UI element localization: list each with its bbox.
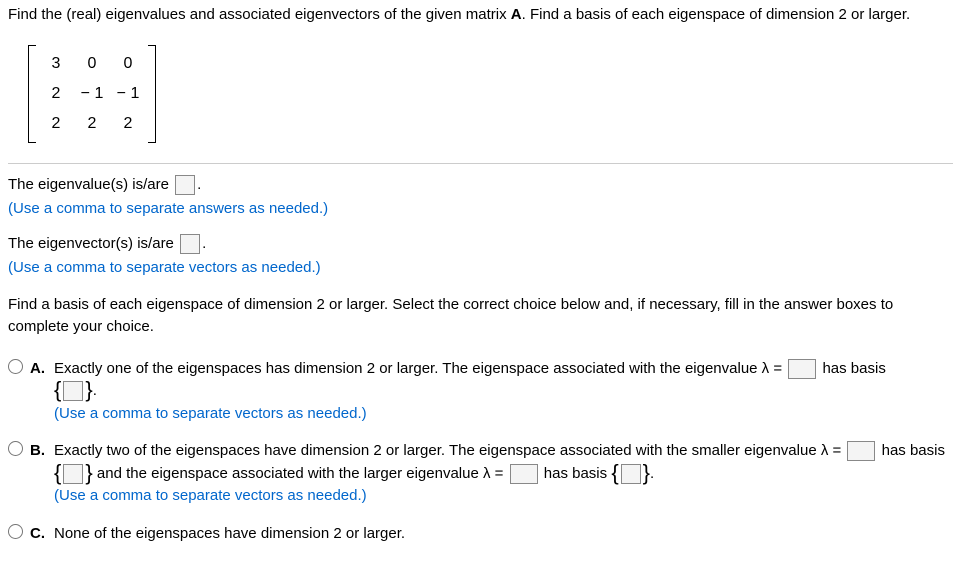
matrix-cell: 0 [74,49,110,79]
choice-A-text1: Exactly one of the eigenspaces has dimen… [54,360,786,377]
brace-left-icon: { [54,379,61,401]
matrix-body: 3 0 0 2 − 1 − 1 2 2 2 [36,45,148,143]
choice-B-hint: (Use a comma to separate vectors as need… [54,485,953,508]
choice-B-basis2-input[interactable] [621,464,641,484]
eigenvalues-input[interactable] [175,175,195,195]
matrix-cell: 2 [110,109,146,139]
eigenvalues-label-pre: The eigenvalue(s) is/are [8,176,173,193]
matrix-cell: 0 [110,49,146,79]
choice-C-body: None of the eigenspaces have dimension 2… [54,522,953,546]
choice-B-text3: and the eigenspace associated with the l… [97,465,508,482]
matrix-left-bracket [28,45,36,143]
choice-A-radio[interactable] [8,359,23,374]
choice-A-hint: (Use a comma to separate vectors as need… [54,403,953,426]
choice-B-body: Exactly two of the eigenspaces have dime… [54,439,953,512]
eigenvalues-hint: (Use a comma to separate answers as need… [8,198,953,221]
choice-B-row: B. Exactly two of the eigenspaces have d… [8,439,953,512]
brace-right-icon: } [85,462,92,484]
choice-A-body: Exactly one of the eigenspaces has dimen… [54,357,953,430]
matrix-cell: − 1 [74,79,110,109]
eigenvectors-label-pre: The eigenvector(s) is/are [8,235,178,252]
brace-left-icon: { [611,462,618,484]
choice-B-basis1-group: {} [54,463,93,486]
matrix-row: 2 2 2 [38,109,146,139]
eigenvectors-hint: (Use a comma to separate vectors as need… [8,257,953,280]
matrix-cell: 3 [38,49,74,79]
choice-A-letter: A. [30,357,54,381]
choice-B-lambda1-input[interactable] [847,441,875,461]
choice-A-basis-group: {}. [54,380,97,403]
choice-B-basis2-group: {} [611,463,650,486]
matrix-cell: 2 [38,79,74,109]
matrix-right-bracket [148,45,156,143]
choice-A-lambda-input[interactable] [788,359,816,379]
matrix-row: 2 − 1 − 1 [38,79,146,109]
prompt-text-2: . Find a basis of each eigenspace of dim… [522,6,911,23]
matrix-cell: − 1 [110,79,146,109]
choice-B-letter: B. [30,439,54,463]
choice-A-basis-input[interactable] [63,381,83,401]
choice-A-text2: has basis [818,360,886,377]
choice-B-lambda2-input[interactable] [510,464,538,484]
eigenvalues-line: The eigenvalue(s) is/are . [8,174,953,197]
eigenvectors-input[interactable] [180,234,200,254]
matrix-symbol: A [511,6,522,23]
matrix-A: 3 0 0 2 − 1 − 1 2 2 2 [28,45,156,143]
choice-C-row: C. None of the eigenspaces have dimensio… [8,522,953,547]
eigenvalues-label-post: . [197,176,201,193]
prompt-text-1: Find the (real) eigenvalues and associat… [8,6,511,23]
choice-B-text1: Exactly two of the eigenspaces have dime… [54,442,845,459]
followup-instruction: Find a basis of each eigenspace of dimen… [8,294,953,339]
matrix-cell: 2 [74,109,110,139]
brace-left-icon: { [54,462,61,484]
question-prompt: Find the (real) eigenvalues and associat… [8,4,953,27]
eigenvectors-label-post: . [202,235,206,252]
matrix-cell: 2 [38,109,74,139]
choice-C-letter: C. [30,522,54,546]
eigenvectors-line: The eigenvector(s) is/are . [8,233,953,256]
choice-C-radio[interactable] [8,524,23,539]
choice-B-text2: has basis [882,442,945,459]
choice-A-row: A. Exactly one of the eigenspaces has di… [8,357,953,430]
choice-B-basis1-input[interactable] [63,464,83,484]
brace-right-icon: } [85,379,92,401]
choice-A-text3: . [93,382,97,399]
matrix-row: 3 0 0 [38,49,146,79]
section-divider [8,163,953,164]
brace-right-icon: } [643,462,650,484]
choice-B-text5: . [650,465,654,482]
choice-B-text4: has basis [540,465,612,482]
choice-B-radio[interactable] [8,441,23,456]
choice-C-text: None of the eigenspaces have dimension 2… [54,525,405,542]
